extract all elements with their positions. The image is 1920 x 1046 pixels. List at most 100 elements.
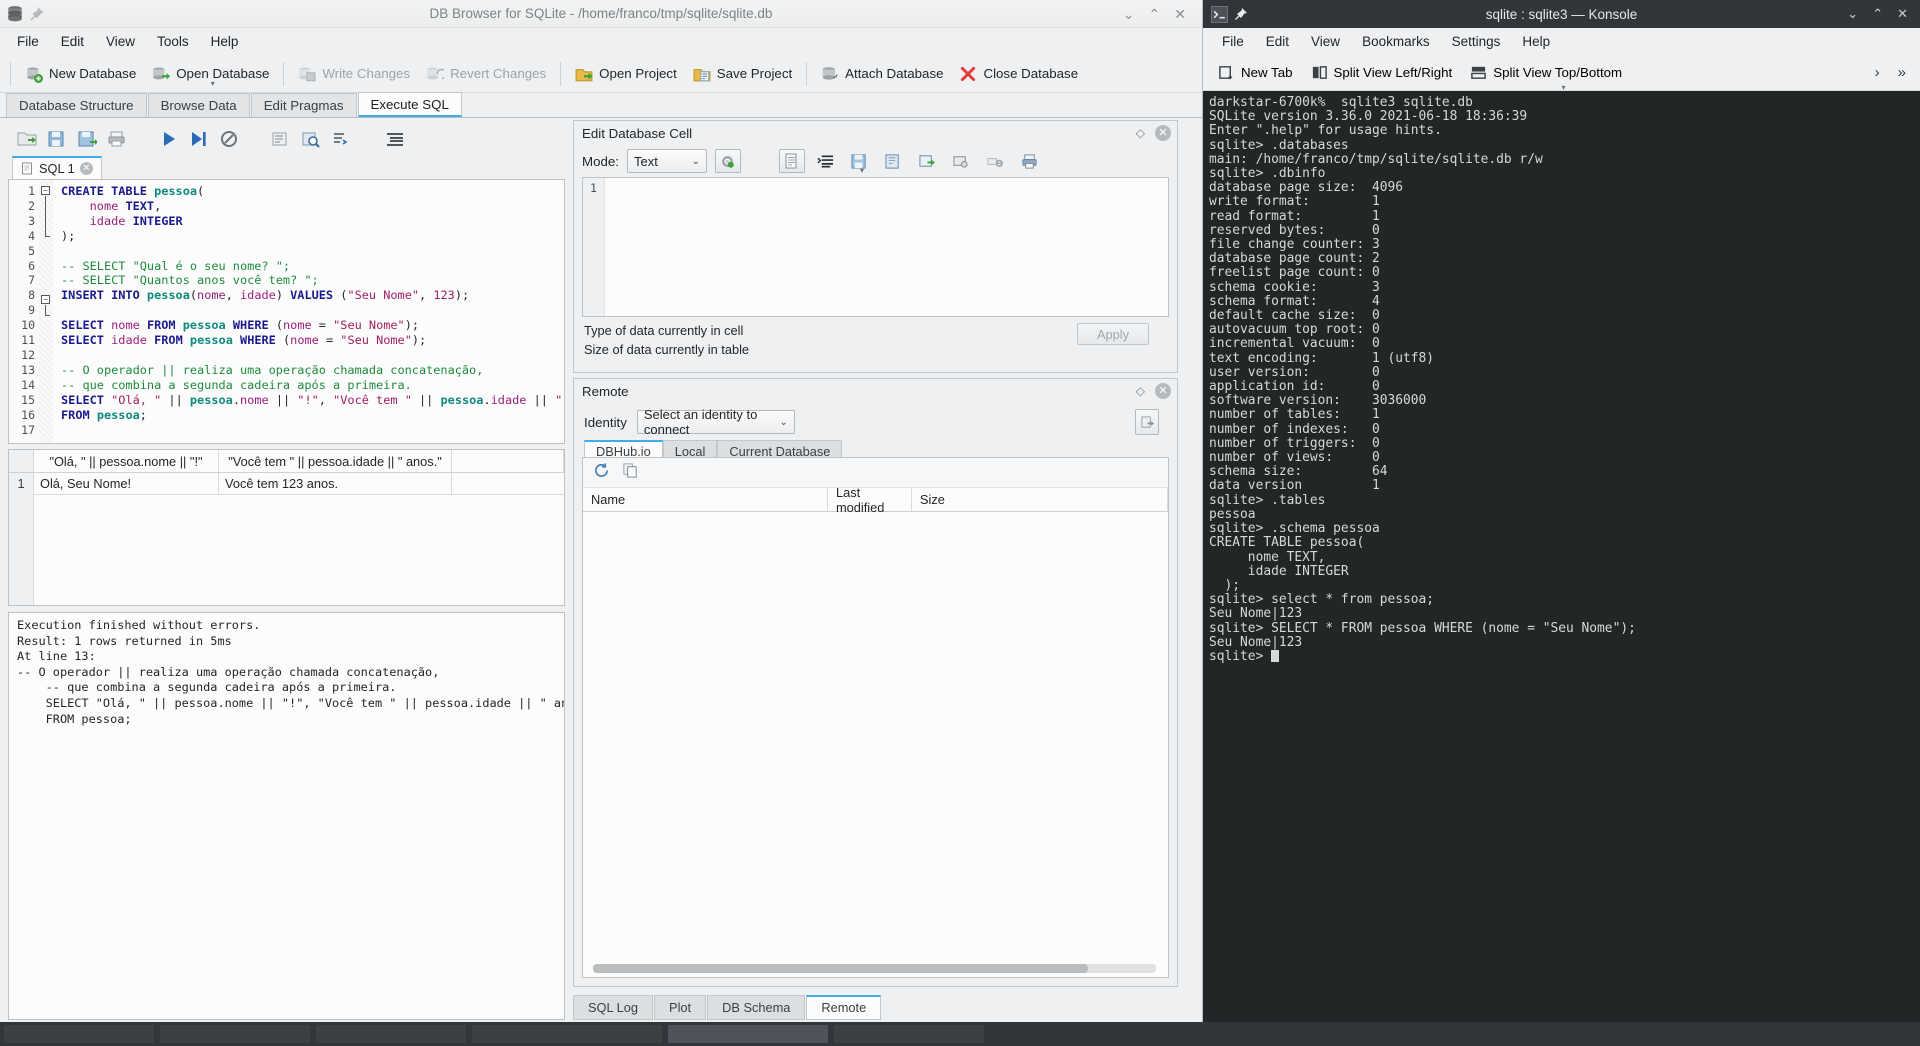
pin-icon[interactable] (28, 5, 46, 23)
save-project-button[interactable]: Save Project (685, 62, 800, 86)
chevron-down-icon[interactable]: ▾ (211, 79, 215, 88)
konsole-close-button[interactable]: ✕ (1897, 6, 1908, 22)
taskbar-item[interactable] (4, 1025, 154, 1043)
sql-tab-1[interactable]: SQL 1 ✕ (12, 156, 102, 179)
tab-remote[interactable]: Remote (806, 995, 882, 1020)
close-sql-tab-button[interactable]: ✕ (79, 162, 93, 175)
fold-marker-6[interactable]: − (41, 295, 50, 304)
chevron-down-icon[interactable]: ▾ (860, 166, 864, 175)
open-sql-file-button[interactable] (16, 128, 38, 150)
menu-item-help[interactable]: Help (200, 30, 250, 53)
execute-all-button[interactable] (158, 128, 180, 150)
overflow-more-icon[interactable]: » (1898, 64, 1906, 81)
konsole-menu-bookmarks[interactable]: Bookmarks (1351, 30, 1441, 53)
save-sql-file-button[interactable] (46, 128, 68, 150)
remote-column-size[interactable]: Size (912, 488, 1168, 511)
word-wrap-button[interactable] (330, 128, 352, 150)
menu-item-edit[interactable]: Edit (50, 30, 95, 53)
code-line[interactable] (61, 244, 564, 259)
revert-changes-button[interactable]: Revert Changes (418, 62, 554, 86)
save-results-button[interactable] (76, 128, 98, 150)
close-dock-button[interactable]: ✕ (1155, 125, 1171, 141)
mode-select[interactable]: Text ⌄ (626, 149, 707, 173)
export-cell-button[interactable] (881, 149, 907, 173)
results-column-header-1[interactable]: "Olá, " || pessoa.nome || "!" (34, 450, 219, 472)
tab-browse-data[interactable]: Browse Data (147, 93, 250, 117)
code-line[interactable]: -- SELECT "Qual é o seu nome? "; (61, 259, 564, 274)
code-line[interactable]: -- SELECT "Quantos anos você tem? "; (61, 273, 564, 288)
taskbar-item[interactable] (160, 1025, 310, 1043)
tab-sql-log[interactable]: SQL Log (573, 995, 654, 1020)
taskbar-item-active[interactable] (668, 1025, 828, 1043)
tab-db-schema[interactable]: DB Schema (707, 995, 806, 1020)
terminal-output[interactable]: darkstar-6700k% sqlite3 sqlite.db SQLite… (1203, 91, 1920, 1046)
code-line[interactable] (61, 423, 564, 438)
text-mode-button[interactable] (778, 149, 805, 173)
auto-switch-mode-button[interactable] (714, 149, 741, 173)
set-as-null-button[interactable] (915, 149, 941, 173)
clone-database-button[interactable] (622, 462, 639, 484)
remote-column-last-modified[interactable]: Last modified (828, 485, 912, 515)
code-line[interactable]: SELECT "Olá, " || pessoa.nome || "!", "V… (61, 393, 564, 408)
chevron-down-icon[interactable]: ▾ (1562, 83, 1566, 92)
konsole-menu-edit[interactable]: Edit (1255, 30, 1300, 53)
print-cell-button[interactable] (1017, 149, 1043, 173)
import-cell-button[interactable]: ▾ (847, 149, 873, 175)
close-database-button[interactable]: Close Database (951, 62, 1086, 86)
code-line[interactable]: ); (61, 229, 564, 244)
konsole-menu-view[interactable]: View (1300, 30, 1351, 53)
code-line[interactable]: -- O operador || realiza uma operação ch… (61, 363, 564, 378)
open-in-external-button[interactable] (949, 149, 975, 173)
attach-database-button[interactable]: Attach Database (813, 62, 951, 86)
print-button[interactable] (106, 128, 128, 150)
execute-current-line-button[interactable] (188, 128, 210, 150)
taskbar-item[interactable] (472, 1025, 662, 1043)
results-column-header-2[interactable]: "Você tem " || pessoa.idade || " anos." (219, 450, 452, 472)
taskbar-item[interactable] (834, 1025, 984, 1043)
cell-editor[interactable]: 1 (582, 177, 1169, 317)
tab-execute-sql[interactable]: Execute SQL (357, 92, 462, 117)
maximize-button[interactable]: ⌃ (1149, 7, 1161, 21)
word-wrap-cell-button[interactable] (813, 149, 839, 173)
stop-button[interactable] (218, 128, 240, 150)
tab-plot[interactable]: Plot (654, 995, 707, 1020)
clear-cell-button[interactable] (983, 149, 1009, 173)
remote-horizontal-scrollbar[interactable] (593, 964, 1156, 973)
results-cell-1[interactable]: Olá, Seu Nome! (34, 473, 219, 495)
identity-select[interactable]: Select an identity to connect ⌄ (636, 407, 795, 437)
sql-editor[interactable]: 1234567891011121314151617 − − − CREATE T… (8, 179, 565, 444)
konsole-maximize-button[interactable]: ⌃ (1872, 6, 1883, 22)
refresh-button[interactable] (593, 462, 610, 484)
konsole-menu-file[interactable]: File (1211, 30, 1255, 53)
float-remote-dock-button[interactable]: ◇ (1136, 384, 1145, 398)
table-row[interactable]: 1 Olá, Seu Nome! Você tem 123 anos. (9, 473, 564, 495)
code-line[interactable]: CREATE TABLE pessoa( (61, 184, 564, 199)
results-grid[interactable]: "Olá, " || pessoa.nome || "!" "Você tem … (8, 449, 565, 606)
code-line[interactable]: SELECT nome FROM pessoa WHERE (nome = "S… (61, 318, 564, 333)
tab-database-structure[interactable]: Database Structure (6, 93, 147, 117)
overflow-next-icon[interactable]: › (1875, 64, 1880, 81)
code-line[interactable]: -- que combina a segunda cadeira após a … (61, 378, 564, 393)
close-button[interactable]: ✕ (1174, 7, 1186, 21)
code-line[interactable]: SELECT idade FROM pessoa WHERE (nome = "… (61, 333, 564, 348)
split-view-top-bottom-button[interactable]: Split View Top/Bottom (1461, 61, 1631, 84)
format-sql-button[interactable] (384, 128, 406, 150)
code-line[interactable] (61, 303, 564, 318)
code-line[interactable]: nome TEXT, (61, 199, 564, 214)
code-line[interactable]: INSERT INTO pessoa(nome, idade) VALUES (… (61, 288, 564, 303)
minimize-button[interactable]: ⌄ (1123, 7, 1135, 21)
konsole-minimize-button[interactable]: ⌄ (1847, 6, 1858, 22)
manage-identities-button[interactable] (1135, 409, 1159, 435)
results-cell-2[interactable]: Você tem 123 anos. (219, 473, 452, 495)
code-line[interactable]: FROM pessoa; (61, 408, 564, 423)
code-line[interactable] (61, 348, 564, 363)
konsole-menu-settings[interactable]: Settings (1441, 30, 1512, 53)
editor-code[interactable]: CREATE TABLE pessoa( nome TEXT, idade IN… (53, 180, 564, 443)
open-database-button[interactable]: Open Database ▾ (144, 62, 277, 88)
write-changes-button[interactable]: Write Changes (290, 62, 418, 86)
menu-item-view[interactable]: View (95, 30, 146, 53)
editor-fold-bar[interactable]: − − − (39, 180, 53, 443)
menu-item-file[interactable]: File (6, 30, 50, 53)
open-sql-tab-button[interactable] (270, 128, 292, 150)
close-remote-dock-button[interactable]: ✕ (1155, 383, 1171, 399)
